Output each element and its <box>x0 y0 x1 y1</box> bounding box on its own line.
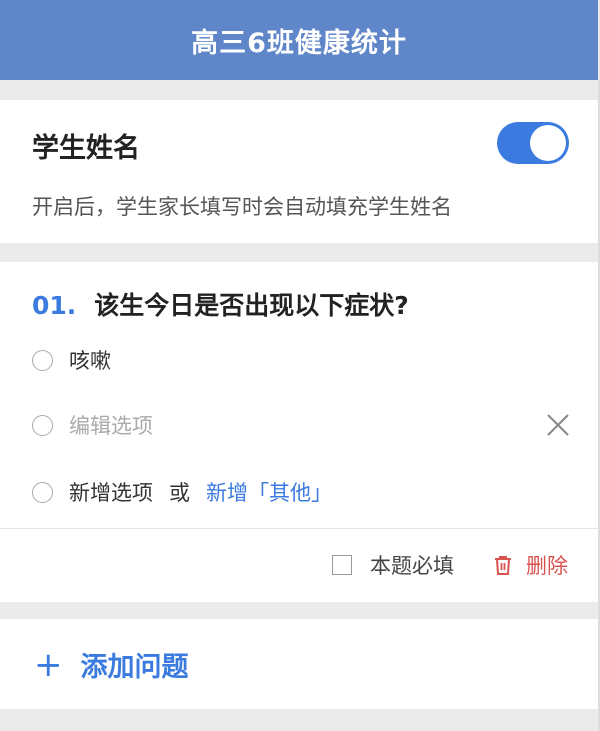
add-question-button[interactable]: + 添加问题 <box>34 645 189 684</box>
question-number: 01. <box>32 291 77 320</box>
delete-button[interactable]: 删除 <box>526 550 568 580</box>
option-item[interactable]: 咳嗽 <box>32 342 111 378</box>
student-name-card: 学生姓名 开启后，学生家长填写时会自动填充学生姓名 <box>0 100 598 243</box>
trash-icon[interactable] <box>492 554 514 576</box>
radio-icon <box>32 349 53 371</box>
question-title-row[interactable]: 01. 该生今日是否出现以下症状? <box>32 286 409 322</box>
radio-icon <box>32 414 53 436</box>
add-question-label: 添加问题 <box>80 652 189 683</box>
question-card: 01. 该生今日是否出现以下症状? 咳嗽 编辑选项 新增选项 或 新增「其他」 本… <box>0 262 598 602</box>
or-text: 或 <box>169 481 190 505</box>
close-icon[interactable] <box>545 412 571 438</box>
question-title: 该生今日是否出现以下症状? <box>94 291 409 320</box>
option-edit-field[interactable]: 编辑选项 <box>32 407 153 443</box>
student-name-toggle[interactable] <box>497 122 569 164</box>
divider <box>0 528 598 529</box>
option-placeholder: 编辑选项 <box>69 414 153 438</box>
option-label: 咳嗽 <box>69 349 111 373</box>
required-label: 本题必填 <box>370 554 454 578</box>
add-option-button[interactable]: 新增选项 <box>69 477 153 507</box>
radio-icon <box>32 481 53 503</box>
student-name-title: 学生姓名 <box>32 133 140 164</box>
add-option-row: 新增选项 或 新增「其他」 <box>32 474 332 510</box>
add-other-button[interactable]: 新增「其他」 <box>206 477 332 507</box>
question-footer: 本题必填 删除 <box>332 547 568 583</box>
add-question-card: + 添加问题 <box>0 619 598 709</box>
page-title: 高三6班健康统计 <box>191 27 407 59</box>
required-checkbox[interactable] <box>332 555 352 575</box>
page-header: 高三6班健康统计 <box>0 0 598 80</box>
plus-icon: + <box>34 644 63 685</box>
toggle-knob <box>530 125 566 161</box>
student-name-description: 开启后，学生家长填写时会自动填充学生姓名 <box>32 195 452 219</box>
